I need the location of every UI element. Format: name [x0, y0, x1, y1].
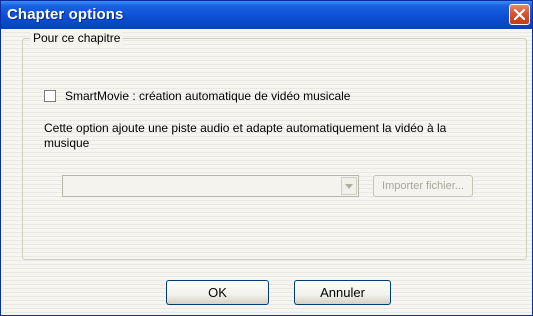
smartmovie-checkbox[interactable]: [44, 90, 56, 102]
music-file-combobox[interactable]: [62, 175, 359, 197]
chevron-down-icon: [345, 184, 353, 189]
import-file-button[interactable]: Importer fichier...: [373, 175, 473, 197]
option-description: Cette option ajoute une piste audio et a…: [44, 121, 447, 150]
smartmovie-checkbox-label[interactable]: SmartMovie : création automatique de vid…: [65, 89, 350, 103]
close-button[interactable]: [509, 4, 530, 25]
title-bar[interactable]: Chapter options: [1, 1, 532, 29]
combobox-dropdown-button[interactable]: [341, 177, 357, 195]
dialog-title: Chapter options: [7, 6, 124, 23]
ok-button[interactable]: OK: [166, 280, 269, 305]
close-icon: [514, 9, 525, 20]
cancel-button[interactable]: Annuler: [294, 280, 391, 305]
groupbox-label: Pour ce chapitre: [30, 31, 124, 45]
